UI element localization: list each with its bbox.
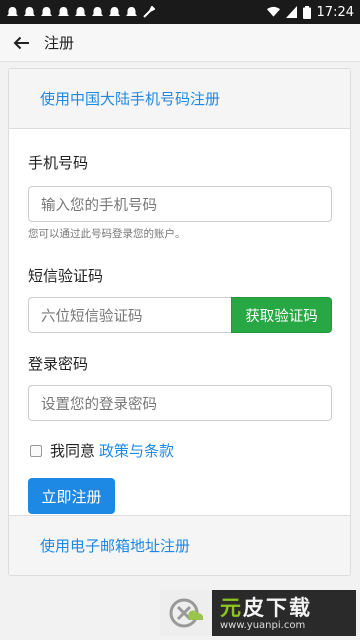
password-input[interactable]: 设置您的登录密码 [28,385,332,421]
battery-icon [302,5,311,19]
notification-icons [6,6,155,18]
get-code-button[interactable]: 获取验证码 [231,297,332,333]
notification-icon [58,7,69,16]
watermark-url: www.yuanpi.com [220,619,306,631]
agree-label: 我同意 [50,442,96,460]
card-header: 使用中国大陆手机号码注册 [9,69,350,129]
tools-icon [143,6,155,18]
terms-link[interactable]: 政策与条款 [99,440,174,461]
wifi-icon [266,6,280,17]
signal-icon [285,6,297,18]
notification-icon [92,7,103,16]
agree-row: 我同意 政策与条款 [28,440,331,461]
card-footer: 使用电子邮箱地址注册 [9,515,350,575]
phone-input[interactable]: 输入您的手机号码 [28,186,332,222]
sms-code-group: 六位短信验证码 获取验证码 [28,297,332,333]
page-title: 注册 [44,34,75,52]
phone-label: 手机号码 [28,154,89,172]
watermark-brand: 元皮下载 [220,595,312,620]
agree-checkbox[interactable] [30,444,42,457]
email-register-link[interactable]: 使用电子邮箱地址注册 [40,535,190,556]
status-time: 17:24 [316,4,354,20]
phone-register-link[interactable]: 使用中国大陆手机号码注册 [40,88,220,109]
sms-code-input[interactable]: 六位短信验证码 [28,297,231,333]
sms-code-label: 短信验证码 [28,267,104,285]
status-bar: 17:24 [0,0,360,24]
password-label: 登录密码 [28,355,89,373]
back-button[interactable] [0,24,42,62]
notification-icon [126,7,137,16]
notification-icon [41,7,52,16]
notification-icon [109,7,120,16]
notification-icon [7,7,18,16]
app-bar: 注册 [0,24,360,62]
phone-help-text: 您可以通过此号码登录您的账户。 [28,228,186,240]
register-button[interactable]: 立即注册 [28,478,115,514]
notification-icon [24,7,35,16]
watermark: 元皮下载 www.yuanpi.com [160,590,356,636]
watermark-logo-icon [160,590,212,636]
notification-icon [75,7,86,16]
register-card: 使用中国大陆手机号码注册 手机号码 输入您的手机号码 您可以通过此号码登录您的账… [8,68,351,576]
back-arrow-icon [13,36,29,49]
